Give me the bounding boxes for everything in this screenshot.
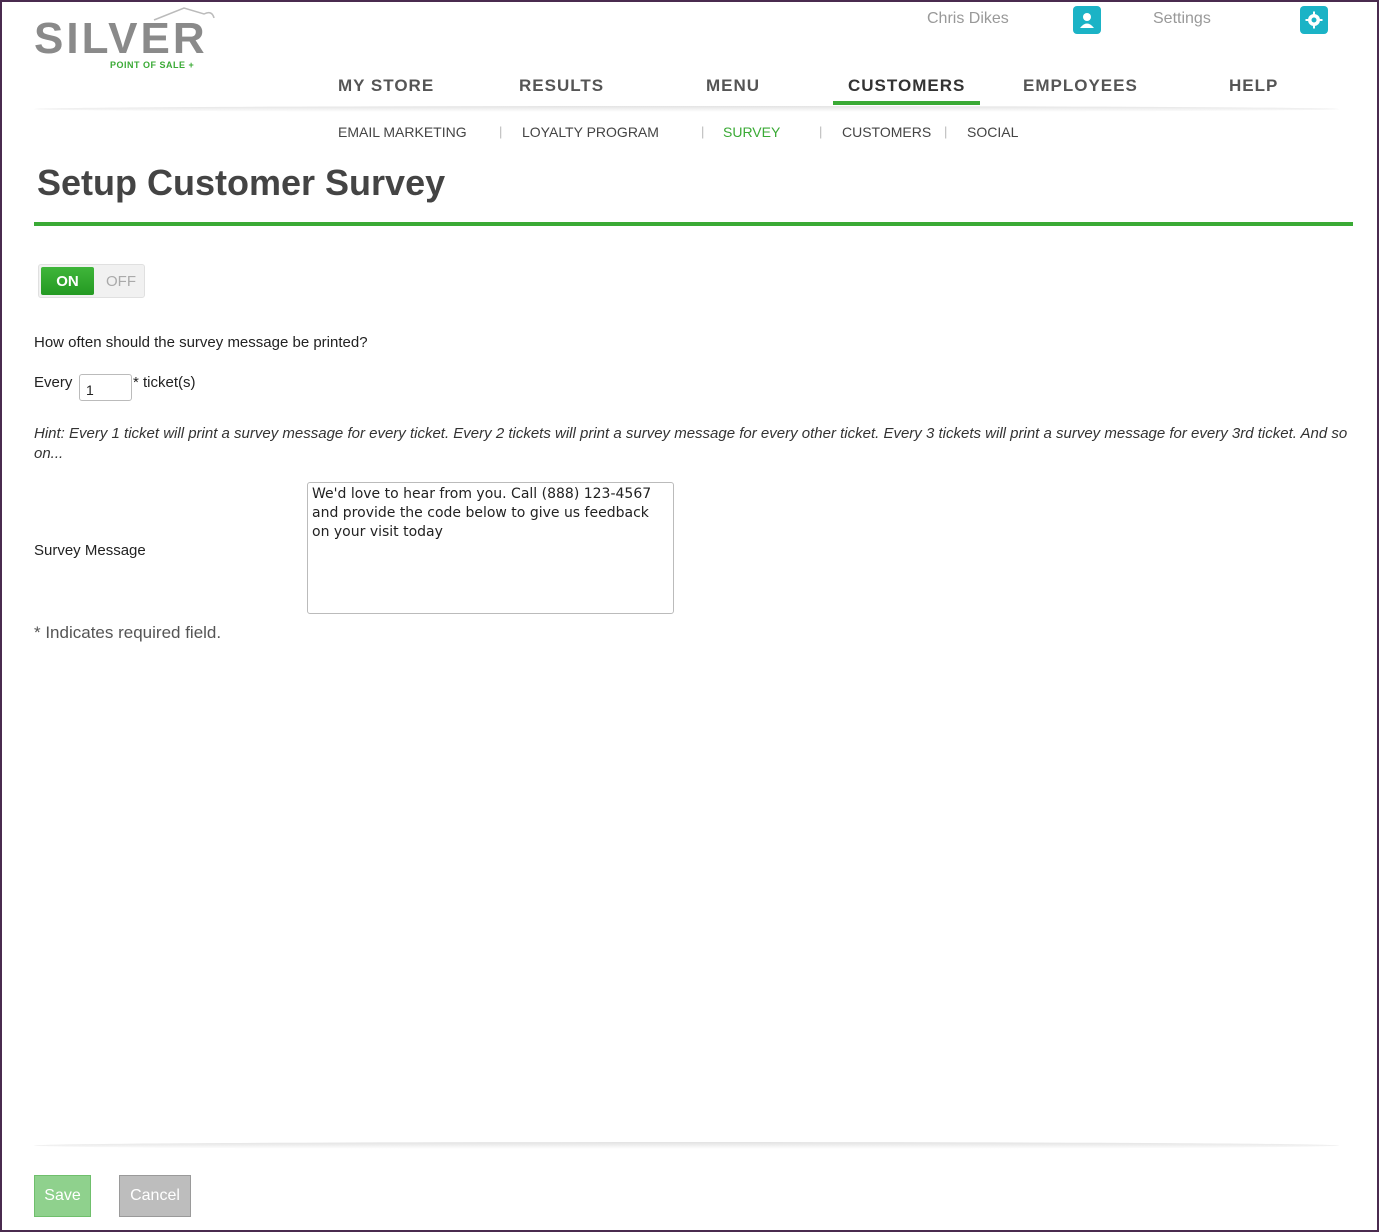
brand-name: SILVER xyxy=(34,14,208,63)
sub-nav-separator: | xyxy=(499,124,503,139)
user-name[interactable]: Chris Dikes xyxy=(927,10,1009,28)
nav-item-my-store[interactable]: MY STORE xyxy=(338,76,434,96)
brand-logo[interactable]: SILVER POINT OF SALE + xyxy=(34,6,234,70)
sub-nav-email-marketing[interactable]: EMAIL MARKETING xyxy=(338,124,467,140)
survey-message-label: Survey Message xyxy=(34,542,146,559)
cancel-button[interactable]: Cancel xyxy=(119,1175,191,1217)
sub-nav-customers[interactable]: CUSTOMERS xyxy=(842,124,931,140)
survey-toggle[interactable]: ON OFF xyxy=(38,264,145,298)
sub-nav: EMAIL MARKETING | LOYALTY PROGRAM | SURV… xyxy=(0,124,1379,144)
sub-nav-separator: | xyxy=(944,124,948,139)
user-icon xyxy=(1080,13,1094,28)
title-divider xyxy=(34,222,1353,226)
frequency-question: How often should the survey message be p… xyxy=(34,334,368,351)
sub-nav-social[interactable]: SOCIAL xyxy=(967,124,1018,140)
nav-divider xyxy=(34,106,1339,112)
sub-nav-loyalty-program[interactable]: LOYALTY PROGRAM xyxy=(522,124,659,140)
tickets-label: * ticket(s) xyxy=(133,374,196,391)
toggle-on-option[interactable]: ON xyxy=(41,267,94,295)
every-label: Every xyxy=(34,374,73,391)
sub-nav-survey[interactable]: SURVEY xyxy=(723,124,780,140)
footer-divider xyxy=(34,1142,1339,1149)
settings-link[interactable]: Settings xyxy=(1153,10,1211,28)
required-field-note: * Indicates required field. xyxy=(34,623,222,642)
ticket-frequency-input[interactable] xyxy=(79,374,132,401)
gear-icon xyxy=(1305,11,1323,29)
nav-item-employees[interactable]: EMPLOYEES xyxy=(1023,76,1138,96)
survey-message-input[interactable]: We'd love to hear from you. Call (888) 1… xyxy=(307,482,674,614)
active-nav-indicator xyxy=(833,101,980,105)
main-nav: MY STORE RESULTS MENU CUSTOMERS EMPLOYEE… xyxy=(0,76,1379,106)
sub-nav-separator: | xyxy=(819,124,823,139)
nav-item-menu[interactable]: MENU xyxy=(706,76,760,96)
page-title: Setup Customer Survey xyxy=(37,162,446,203)
nav-item-results[interactable]: RESULTS xyxy=(519,76,604,96)
nav-item-help[interactable]: HELP xyxy=(1229,76,1278,96)
save-button[interactable]: Save xyxy=(34,1175,91,1217)
frequency-hint: Hint: Every 1 ticket will print a survey… xyxy=(34,425,1348,462)
sub-nav-separator: | xyxy=(701,124,705,139)
nav-item-customers[interactable]: CUSTOMERS xyxy=(848,76,965,96)
user-profile-button[interactable] xyxy=(1073,6,1101,34)
settings-button[interactable] xyxy=(1300,6,1328,34)
toggle-off-option[interactable]: OFF xyxy=(101,267,141,295)
brand-tagline: POINT OF SALE + xyxy=(110,60,195,70)
